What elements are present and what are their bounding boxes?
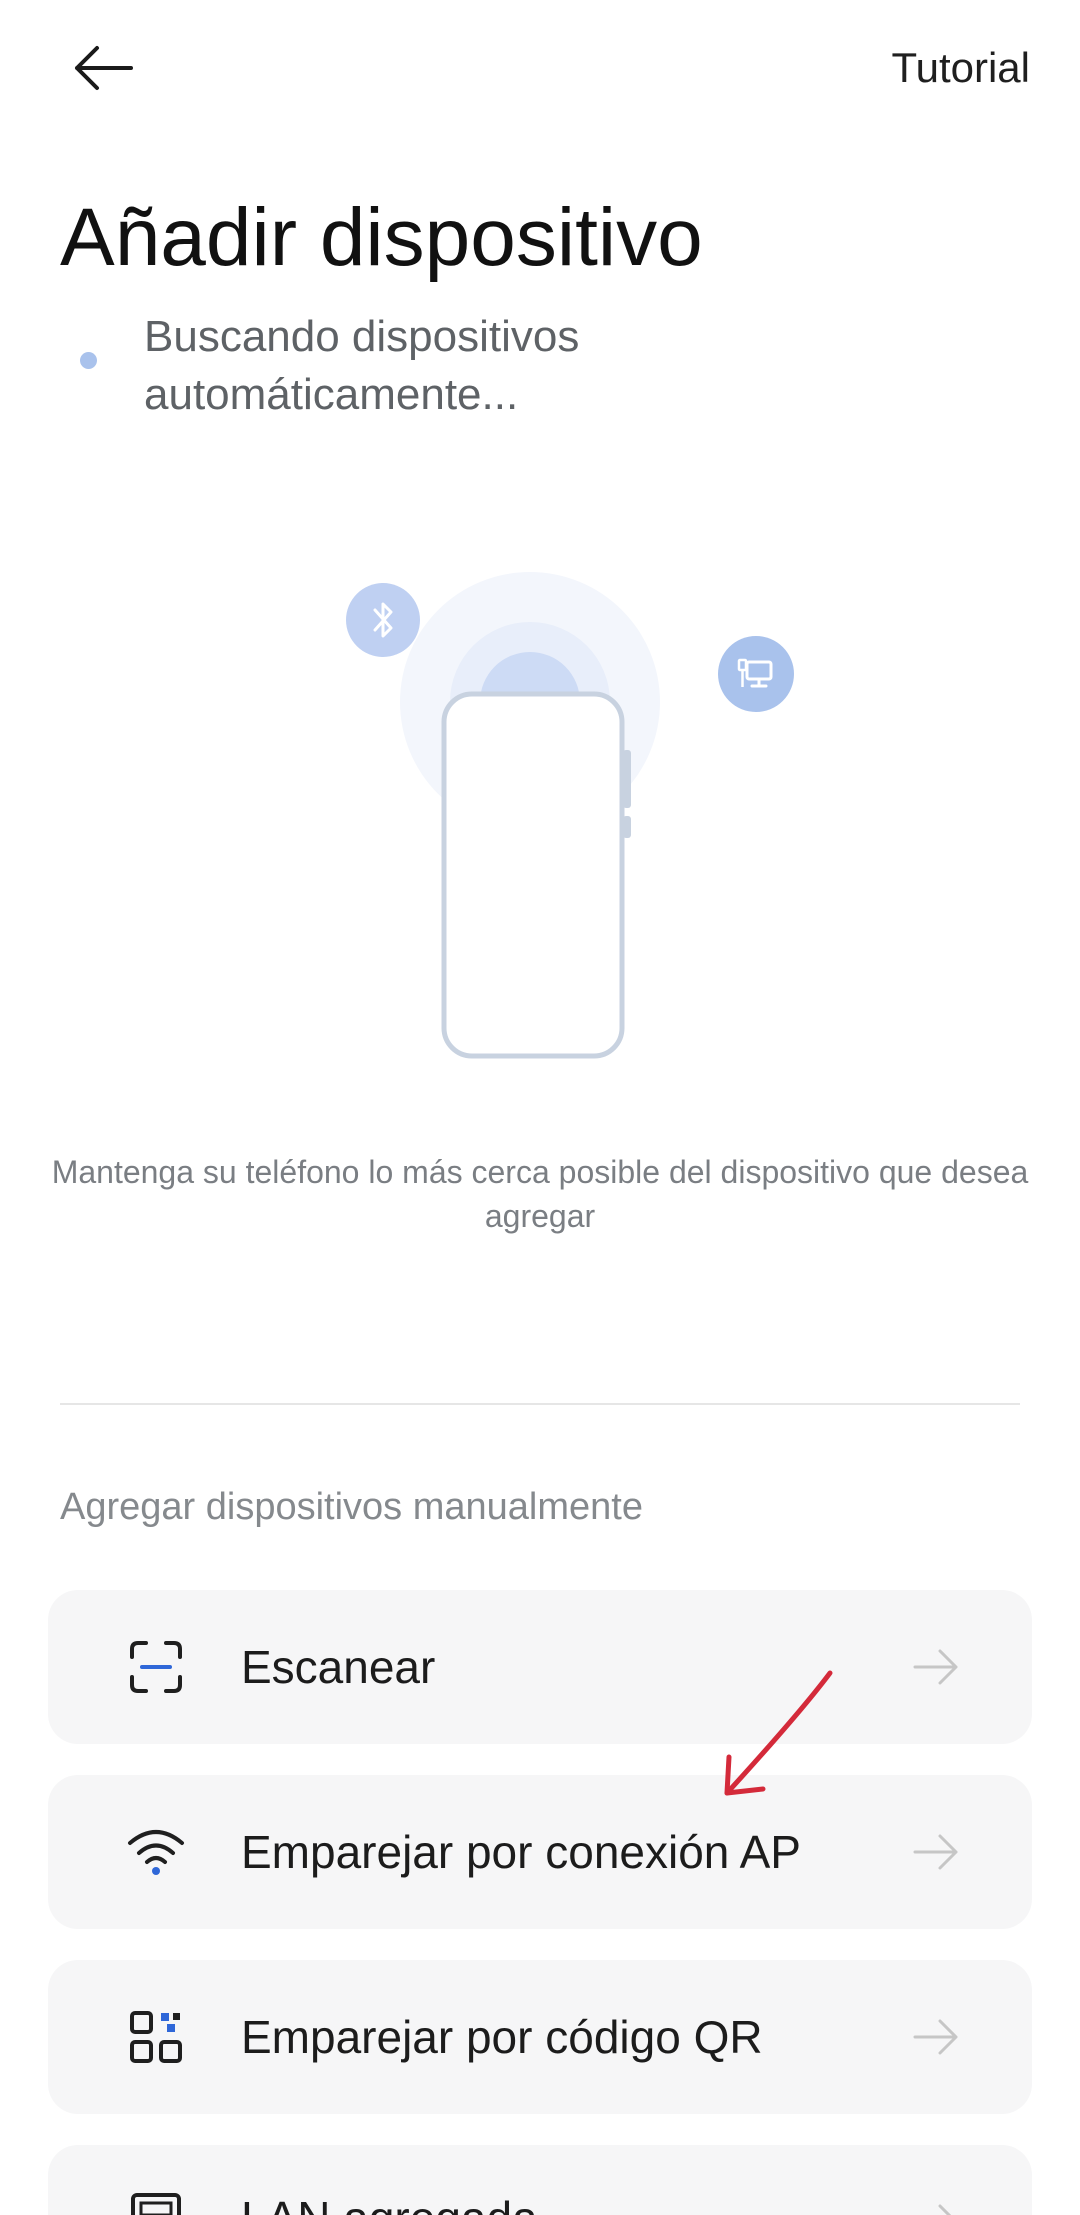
add-device-screen: Tutorial Añadir dispositivo Buscando dis… bbox=[0, 0, 1080, 2215]
option-label: Emparejar por código QR bbox=[241, 2011, 763, 2063]
option-lan[interactable]: LAN agregada bbox=[48, 2145, 1032, 2215]
network-device-icon bbox=[718, 636, 794, 712]
manual-section-label: Agregar dispositivos manualmente bbox=[60, 1486, 643, 1528]
arrow-right-icon bbox=[938, 2204, 952, 2215]
annotation-arrow bbox=[724, 1670, 833, 1796]
top-bar: Tutorial bbox=[0, 0, 1080, 140]
back-button[interactable] bbox=[62, 30, 146, 106]
option-label: LAN agregada bbox=[241, 2189, 538, 2215]
arrow-right-icon bbox=[913, 1834, 958, 1870]
arrow-right-icon bbox=[913, 2019, 958, 2055]
tutorial-link[interactable]: Tutorial bbox=[892, 40, 1031, 96]
qr-code-icon bbox=[126, 2007, 186, 2067]
search-illustration bbox=[0, 560, 1080, 1080]
section-divider bbox=[60, 1403, 1020, 1405]
arrow-left-icon bbox=[75, 46, 133, 90]
bluetooth-icon bbox=[346, 583, 420, 657]
proximity-hint: Mantenga su teléfono lo más cerca posibl… bbox=[51, 1154, 1029, 1234]
option-ap-pairing[interactable]: Emparejar por conexión AP bbox=[48, 1775, 1032, 1929]
option-label: Escanear bbox=[241, 1641, 436, 1693]
scan-icon bbox=[126, 1637, 186, 1697]
option-qr-pairing[interactable]: Emparejar por código QR bbox=[48, 1960, 1032, 2114]
page-title: Añadir dispositivo bbox=[60, 192, 703, 283]
phone-outline bbox=[441, 691, 631, 1059]
wifi-icon bbox=[126, 1822, 186, 1882]
status-text: Buscando dispositivos automáticamente... bbox=[144, 312, 580, 419]
arrow-right-icon bbox=[913, 1649, 958, 1685]
lan-device-icon bbox=[126, 2189, 186, 2215]
option-scan[interactable]: Escanear bbox=[48, 1590, 1032, 1744]
status-dot bbox=[80, 352, 97, 369]
option-label: Emparejar por conexión AP bbox=[241, 1826, 801, 1878]
